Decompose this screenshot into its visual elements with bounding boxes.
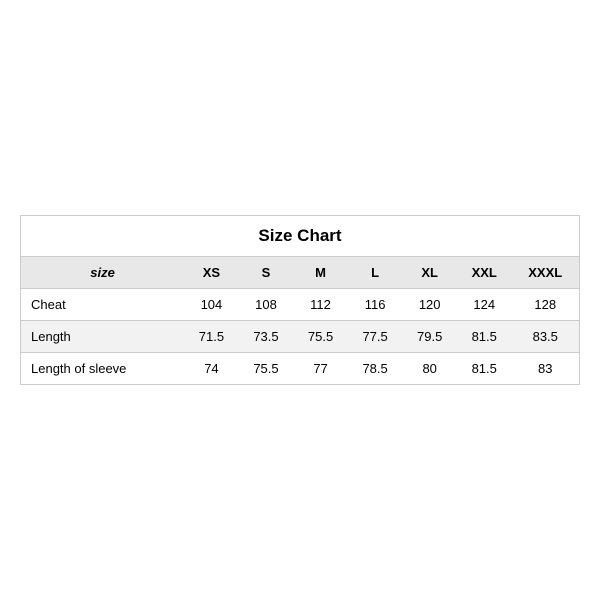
header-cell-1: XS	[184, 257, 239, 289]
cell-1-3: 77.5	[348, 321, 403, 353]
cell-2-6: 83	[512, 353, 580, 385]
cell-2-3: 78.5	[348, 353, 403, 385]
row-label-2: Length of sleeve	[21, 353, 185, 385]
size-chart-table: Size Chart sizeXSSMLXLXXLXXXL Cheat10410…	[20, 215, 580, 385]
cell-1-6: 83.5	[512, 321, 580, 353]
table-row: Cheat104108112116120124128	[21, 289, 580, 321]
row-label-1: Length	[21, 321, 185, 353]
header-cell-3: M	[293, 257, 348, 289]
cell-2-2: 77	[293, 353, 348, 385]
cell-1-2: 75.5	[293, 321, 348, 353]
header-cell-7: XXXL	[512, 257, 580, 289]
header-cell-4: L	[348, 257, 403, 289]
table-title: Size Chart	[21, 216, 580, 257]
header-row: sizeXSSMLXLXXLXXXL	[21, 257, 580, 289]
cell-1-5: 81.5	[457, 321, 512, 353]
cell-0-4: 120	[402, 289, 457, 321]
row-label-0: Cheat	[21, 289, 185, 321]
cell-0-3: 116	[348, 289, 403, 321]
cell-1-0: 71.5	[184, 321, 239, 353]
cell-0-0: 104	[184, 289, 239, 321]
header-cell-6: XXL	[457, 257, 512, 289]
table-row: Length71.573.575.577.579.581.583.5	[21, 321, 580, 353]
cell-2-4: 80	[402, 353, 457, 385]
cell-2-5: 81.5	[457, 353, 512, 385]
header-cell-0: size	[21, 257, 185, 289]
cell-2-0: 74	[184, 353, 239, 385]
cell-0-6: 128	[512, 289, 580, 321]
size-chart-container: Size Chart sizeXSSMLXLXXLXXXL Cheat10410…	[20, 215, 580, 385]
cell-0-1: 108	[239, 289, 294, 321]
table-body: Cheat104108112116120124128Length71.573.5…	[21, 289, 580, 385]
cell-1-1: 73.5	[239, 321, 294, 353]
cell-1-4: 79.5	[402, 321, 457, 353]
header-cell-5: XL	[402, 257, 457, 289]
header-cell-2: S	[239, 257, 294, 289]
title-row: Size Chart	[21, 216, 580, 257]
cell-0-2: 112	[293, 289, 348, 321]
table-row: Length of sleeve7475.57778.58081.583	[21, 353, 580, 385]
cell-2-1: 75.5	[239, 353, 294, 385]
cell-0-5: 124	[457, 289, 512, 321]
